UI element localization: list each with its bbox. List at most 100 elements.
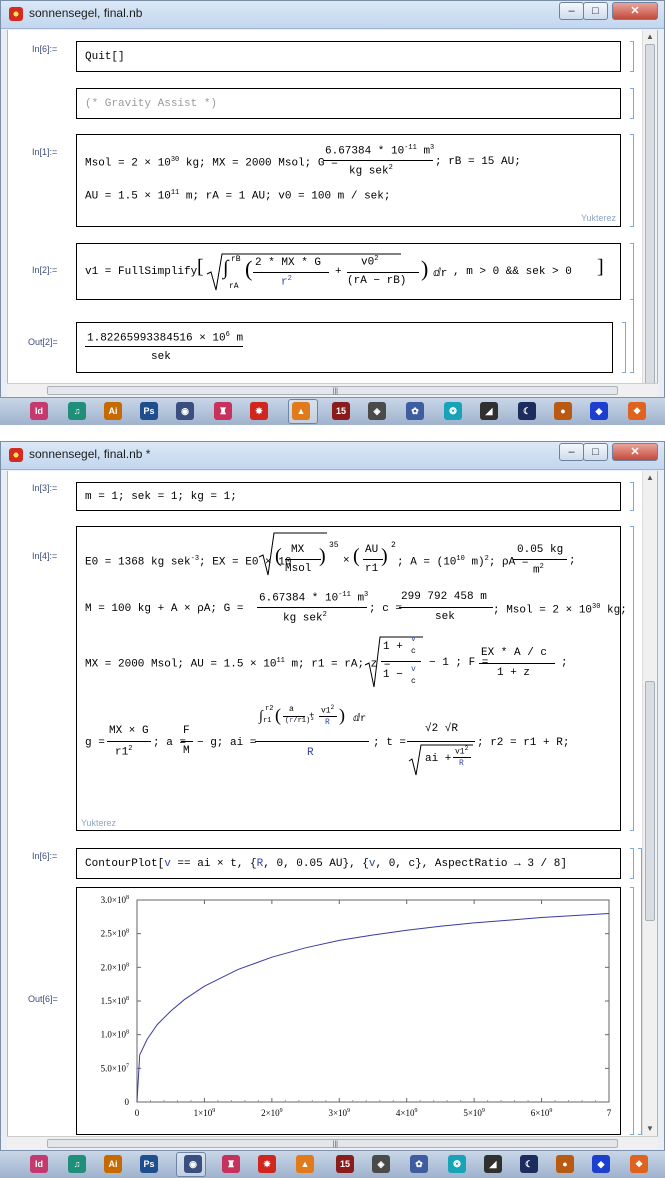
matlab-icon[interactable]: ▲ [292, 402, 310, 420]
code-text: v1 [321, 706, 331, 716]
maximize-button[interactable]: □ [583, 2, 608, 20]
output-cell[interactable]: 1.82265993384516 × 106 m sek [76, 322, 613, 373]
tool-b-icon[interactable]: ✿ [410, 1155, 428, 1173]
mathematica-icon[interactable]: ✸ [258, 1155, 276, 1173]
vertical-scrollbar[interactable]: ▲ ▼ [642, 471, 657, 1136]
scroll-up-icon[interactable]: ▲ [643, 30, 657, 44]
calendar15-icon[interactable]: 15 [332, 402, 350, 420]
fraction-numerator: v02 [361, 255, 378, 269]
fraction-denominator: R [307, 747, 314, 759]
cell-bracket[interactable] [630, 887, 634, 1135]
code-text: ; rB = 15 AU; [435, 156, 521, 168]
vertical-scrollbar[interactable]: ▲ [642, 30, 657, 383]
taskbar: Id ♫ Ai Ps ◉ ♜ ✸ ▲ 15 ◈ ✿ ❂ ◢ ☾ ● ◆ ❖ [0, 1150, 665, 1178]
cell-bracket[interactable] [630, 88, 634, 119]
horizontal-scrollbar[interactable]: ||| [7, 1136, 658, 1150]
maximize-button[interactable]: □ [583, 443, 608, 461]
input-cell-definitions[interactable]: E0 = 1368 kg sek-3; EX = E0 × 10 ( MX Ms… [76, 526, 627, 831]
cell-bracket[interactable] [630, 848, 634, 879]
exponent: -11 [404, 144, 417, 152]
gem-icon[interactable]: ◆ [592, 1155, 610, 1173]
firefox-icon[interactable]: ❖ [630, 1155, 648, 1173]
tool-d-icon[interactable]: ◢ [484, 1155, 502, 1173]
scroll-down-icon[interactable]: ▼ [643, 1122, 657, 1136]
code-text: ; Msol = 2 × 10 [493, 604, 593, 617]
celestia-icon[interactable]: ☾ [518, 402, 536, 420]
minimize-button[interactable]: – [559, 2, 584, 20]
mathematica-icon[interactable]: ✸ [250, 402, 268, 420]
exponent: 10 [456, 555, 465, 563]
firefox-icon[interactable]: ❖ [628, 402, 646, 420]
input-cell-units[interactable]: m = 1; sek = 1; kg = 1; [76, 482, 621, 511]
input-cell-constants[interactable]: Msol = 2 × 1030 kg; MX = 2000 Msol; G = … [76, 134, 621, 227]
flash-icon[interactable]: ♜ [214, 402, 232, 420]
code-text: + [309, 711, 315, 721]
fraction-denominator: (rA − rB) [347, 275, 407, 287]
group-bracket[interactable] [630, 243, 634, 373]
code-text: ; A = (10 [397, 556, 457, 569]
close-button[interactable]: ✕ [612, 2, 658, 20]
cell-bracket[interactable] [630, 41, 634, 72]
cinema4d-icon[interactable]: ◉ [176, 402, 194, 420]
gem-icon[interactable]: ◆ [590, 402, 608, 420]
exponent: 11 [276, 657, 285, 665]
calendar15-icon[interactable]: 15 [336, 1155, 354, 1173]
horizontal-scrollbar[interactable]: ||| [7, 383, 658, 397]
cell-bracket[interactable] [630, 526, 634, 831]
tool-b-icon[interactable]: ✿ [406, 402, 424, 420]
cell-bracket[interactable] [630, 482, 634, 511]
input-cell-contourplot[interactable]: ContourPlot[v == ai × t, {R, 0, 0.05 AU}… [76, 848, 621, 879]
fraction-bar [319, 716, 337, 717]
matlab-icon[interactable]: ▲ [296, 1155, 314, 1173]
scrollbar-thumb[interactable] [645, 44, 655, 383]
indesign-icon[interactable]: Id [30, 402, 48, 420]
tool-c-icon[interactable]: ❂ [448, 1155, 466, 1173]
scrollbar-thumb[interactable]: ||| [47, 386, 618, 395]
indesign-icon[interactable]: Id [30, 1155, 48, 1173]
planet-icon[interactable]: ● [554, 402, 572, 420]
celestia-icon[interactable]: ☾ [520, 1155, 538, 1173]
flash-icon[interactable]: ♜ [222, 1155, 240, 1173]
cell-bracket[interactable] [622, 322, 626, 373]
minimize-button[interactable]: – [559, 443, 584, 461]
tool-c-icon[interactable]: ❂ [444, 402, 462, 420]
title-bar[interactable]: sonnensegel, final.nb * – □ ✕ [1, 442, 664, 470]
cell-label: In[6]:= [32, 44, 58, 54]
x-tick-label: 7 [607, 1108, 612, 1118]
tool-a-icon[interactable]: ◈ [368, 402, 386, 420]
grip-icon: ||| [332, 388, 338, 395]
tool-d-icon[interactable]: ◢ [480, 402, 498, 420]
cinema4d-icon[interactable]: ◉ [184, 1155, 202, 1173]
code-text: AU = 1.5 × 10 [85, 190, 171, 203]
illustrator-icon[interactable]: Ai [104, 1155, 122, 1173]
fraction-numerator: √2 √R [425, 723, 459, 735]
code-text: kg; [607, 604, 627, 617]
photoshop-icon[interactable]: Ps [140, 1155, 158, 1173]
audition-icon[interactable]: ♫ [68, 1155, 86, 1173]
illustrator-icon[interactable]: Ai [104, 402, 122, 420]
y-tick-label: 2.0×108 [101, 962, 129, 972]
input-cell-fullsimplify[interactable]: v1 = FullSimplify [ ∫ rB rA ( 2 * MX * G… [76, 243, 621, 300]
close-button[interactable]: ✕ [612, 443, 658, 461]
paren-open: ( [275, 545, 282, 567]
exponent: 3 [364, 591, 369, 599]
cell-bracket[interactable] [630, 134, 634, 227]
fraction-bar [253, 272, 329, 273]
exponent: 2 [128, 745, 133, 753]
small-fraction-den: R [325, 718, 330, 727]
input-cell-comment[interactable]: (* Gravity Assist *) [76, 88, 621, 119]
code-text: kg; MX = 2000 Msol; G = [185, 157, 338, 170]
y-tick-label: 3.0×108 [101, 895, 129, 905]
input-cell-quit[interactable]: Quit[] [76, 41, 621, 72]
title-bar[interactable]: sonnensegel, final.nb – □ ✕ [1, 1, 664, 29]
scrollbar-thumb[interactable]: ||| [47, 1139, 618, 1148]
photoshop-icon[interactable]: Ps [140, 402, 158, 420]
scroll-up-icon[interactable]: ▲ [643, 471, 657, 485]
scrollbar-thumb[interactable] [645, 681, 655, 921]
output-cell-plot[interactable]: 0 1×109 2×109 3×109 4×109 5×109 6×109 7 0 5.0×107… [76, 887, 621, 1135]
code-text: ; c = [369, 603, 403, 615]
planet-icon[interactable]: ● [556, 1155, 574, 1173]
tool-a-icon[interactable]: ◈ [372, 1155, 390, 1173]
audition-icon[interactable]: ♫ [68, 402, 86, 420]
code-text: v [368, 858, 376, 870]
